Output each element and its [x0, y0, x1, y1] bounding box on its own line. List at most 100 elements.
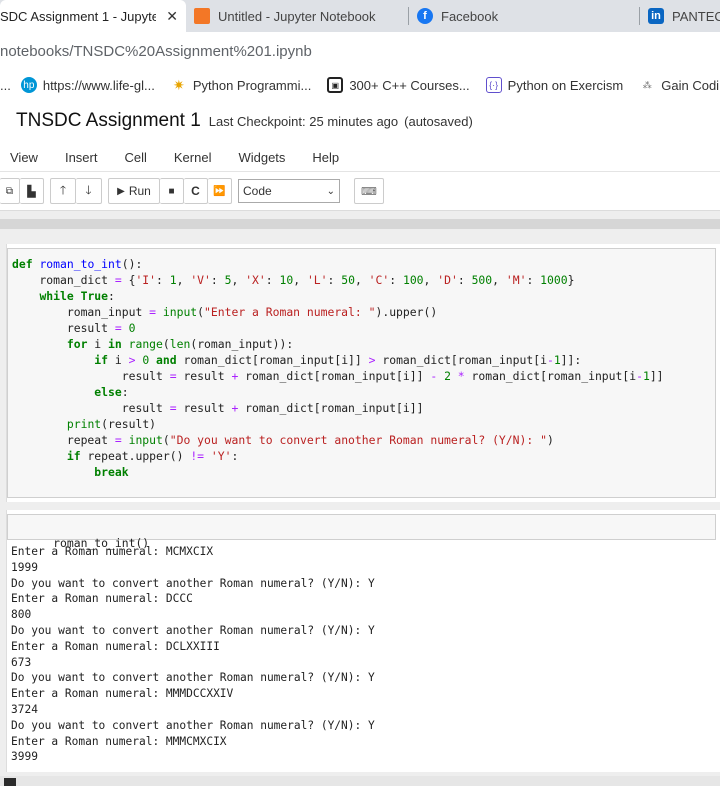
bookmark-gain-coding[interactable]: ⁂ Gain Codi: [639, 77, 719, 93]
arrow-up-icon: 🡑: [59, 182, 67, 197]
bookmark-life-gl[interactable]: hp https://www.life-gl...: [20, 77, 155, 93]
output-line: Enter a Roman numeral: MMMCMXCIX: [11, 734, 227, 748]
notebook-toolbar: ⧉ ▙ 🡑 🡓 ▶ Run ■ C ⏩ Code ⌄ ⌨: [0, 175, 720, 207]
fast-forward-icon: ⏩: [213, 185, 226, 197]
output-line: Do you want to convert another Roman num…: [11, 623, 375, 637]
terminal-icon[interactable]: [4, 778, 16, 786]
tab-label: Facebook: [441, 8, 499, 24]
keyboard-icon: ⌨: [361, 185, 377, 198]
menu-view[interactable]: View: [10, 150, 38, 165]
code-line: break: [94, 465, 129, 479]
bookmark-label: Python on Exercism: [507, 77, 624, 93]
close-icon[interactable]: ✕: [166, 8, 178, 25]
address-bar[interactable]: notebooks/TNSDC%20Assignment%201.ipynb: [0, 32, 720, 70]
menu-widgets[interactable]: Widgets: [238, 150, 285, 165]
output-line: 3724: [11, 702, 38, 716]
bookmark-label: 300+ C++ Courses...: [349, 77, 470, 93]
facebook-icon: f: [417, 8, 433, 24]
bookmark-label: Python Programmi...: [192, 77, 312, 93]
python-icon: ✷: [172, 76, 185, 93]
restart-run-all-button[interactable]: ⏩: [208, 178, 232, 204]
bookmark-label: https://www.life-gl...: [42, 77, 155, 93]
code-line: repeat = input("Do you want to convert a…: [12, 433, 554, 447]
menu-cell[interactable]: Cell: [124, 150, 146, 165]
bookmark-label: ...: [0, 77, 11, 93]
notebook-container: def roman_to_int(): roman_dict = {'I': 1…: [0, 236, 720, 786]
output-line: Enter a Roman numeral: DCLXXIII: [11, 639, 220, 653]
copy-icon: ⧉: [5, 185, 14, 197]
move-down-button[interactable]: 🡓: [76, 178, 102, 204]
bookmark-python-programming[interactable]: ✷ Python Programmi...: [171, 76, 312, 93]
move-up-button[interactable]: 🡑: [50, 178, 76, 204]
restart-icon: C: [191, 184, 200, 198]
tab-label: SDC Assignment 1 - Jupyte: [0, 8, 157, 24]
output-line: 800: [11, 608, 32, 622]
output-line: Do you want to convert another Roman num…: [11, 718, 375, 732]
bookmark-exercism[interactable]: {·} Python on Exercism: [485, 77, 624, 93]
code-line: def roman_to_int():: [12, 257, 143, 271]
call-input[interactable]: roman_to_int(): [7, 514, 716, 550]
menu-kernel[interactable]: Kernel: [174, 150, 212, 165]
play-icon: ▶: [117, 185, 125, 197]
bookmark-overflow[interactable]: ...: [0, 78, 11, 93]
code-line: else:: [94, 385, 129, 399]
menu-insert[interactable]: Insert: [65, 150, 98, 165]
code-line: result = result + roman_dict[roman_input…: [12, 401, 424, 415]
run-button[interactable]: ▶ Run: [108, 178, 160, 204]
output-line: Enter a Roman numeral: MMMDCCXXIV: [11, 687, 234, 701]
run-label: Run: [128, 184, 151, 198]
taskbar: [0, 776, 720, 786]
linkedin-icon: in: [648, 8, 664, 24]
interrupt-button[interactable]: ■: [160, 178, 184, 204]
code-input[interactable]: def roman_to_int(): roman_dict = {'I': 1…: [7, 248, 716, 498]
code-line: for i in range(len(roman_input)):: [66, 337, 294, 351]
output-line: Enter a Roman numeral: MCMXCIX: [11, 545, 214, 558]
header-shadow: [0, 219, 720, 229]
cell-type-value: Code: [243, 184, 272, 198]
notebook-header: TNSDC Assignment 1 Last Checkpoint: 25 m…: [0, 100, 720, 140]
menu-help[interactable]: Help: [312, 150, 339, 165]
tab-facebook[interactable]: f Facebook: [409, 0, 639, 32]
code-line: while True:: [39, 289, 115, 303]
chevron-down-icon: ⌄: [326, 185, 335, 197]
restart-button[interactable]: C: [184, 178, 208, 204]
notebook-title[interactable]: TNSDC Assignment 1: [16, 110, 201, 132]
output-line: 1999: [11, 560, 38, 574]
tab-linkedin[interactable]: in PANTECH: [640, 0, 720, 32]
gain-icon: ⁂: [642, 79, 652, 90]
url-text: notebooks/TNSDC%20Assignment%201.ipynb: [0, 42, 312, 60]
code-line: roman_dict = {'I': 1, 'V': 5, 'X': 10, '…: [12, 273, 575, 287]
cell-output: Enter a Roman numeral: MCMXCIX 1999 Do you…: [7, 540, 716, 769]
copy-button[interactable]: ⧉: [0, 178, 20, 204]
autosave-status: (autosaved): [404, 114, 473, 129]
browser-tab-strip: SDC Assignment 1 - Jupyte ✕ Untitled - J…: [0, 0, 720, 32]
last-checkpoint: Last Checkpoint: 25 minutes ago: [208, 114, 399, 129]
output-line: Do you want to convert another Roman num…: [11, 576, 375, 590]
code-line: result = 0: [12, 321, 136, 335]
hp-icon: hp: [20, 77, 37, 93]
tab-untitled-notebook[interactable]: Untitled - Jupyter Notebook: [186, 0, 408, 32]
tab-label: Untitled - Jupyter Notebook: [218, 8, 376, 24]
stop-icon: ■: [168, 185, 175, 197]
code-line: if i > 0 and roman_dict[roman_input[i]] …: [94, 353, 582, 367]
course-icon: ▣: [327, 77, 344, 93]
code-line: roman_input = input("Enter a Roman numer…: [12, 305, 438, 319]
menu-bar: View Insert Cell Kernel Widgets Help: [0, 144, 720, 172]
header-divider: [0, 210, 720, 236]
call-cell[interactable]: roman_to_int() Enter a Roman numeral: MC…: [6, 510, 720, 772]
tab-label: PANTECH: [672, 8, 720, 24]
cell-type-select[interactable]: Code ⌄: [238, 179, 340, 203]
exercism-icon: {·}: [485, 77, 502, 93]
code-cell[interactable]: def roman_to_int(): roman_dict = {'I': 1…: [6, 244, 720, 502]
paste-button[interactable]: ▙: [20, 178, 44, 204]
output-line: 673: [11, 655, 32, 669]
output-line: Do you want to convert another Roman num…: [11, 671, 375, 685]
command-palette-button[interactable]: ⌨: [354, 178, 384, 204]
arrow-down-icon: 🡓: [85, 182, 92, 197]
tab-tnsdc-assignment[interactable]: SDC Assignment 1 - Jupyte ✕: [0, 0, 186, 32]
bookmark-cpp-courses[interactable]: ▣ 300+ C++ Courses...: [327, 77, 470, 93]
paste-icon: ▙: [27, 185, 36, 198]
bookmarks-bar: ... hp https://www.life-gl... ✷ Python P…: [0, 70, 720, 100]
output-line: 3999: [11, 750, 38, 764]
output-line: Enter a Roman numeral: DCCC: [11, 592, 193, 606]
